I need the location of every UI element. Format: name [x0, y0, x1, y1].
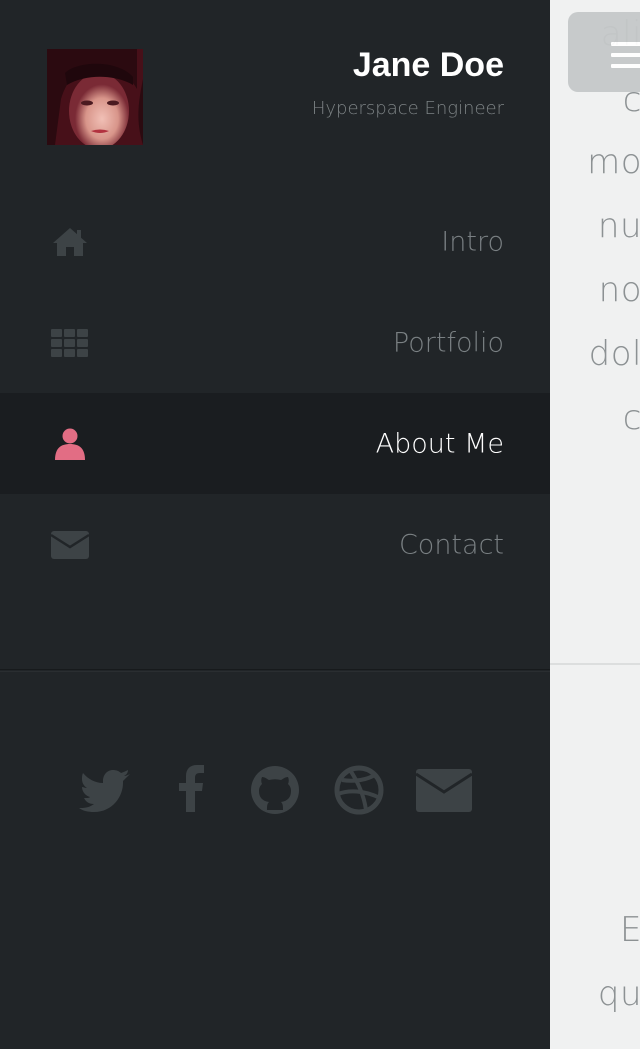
github-icon[interactable]: [248, 760, 302, 820]
home-icon: [50, 224, 90, 260]
user-icon: [50, 426, 90, 462]
profile-role: Hyperspace Engineer: [311, 98, 504, 119]
nav-menu: Intro Portfolio About Me Contact: [0, 191, 550, 595]
content-text-fragment: c: [622, 398, 640, 438]
nav-item-label: Contact: [398, 529, 504, 560]
dribbble-icon[interactable]: [334, 760, 384, 820]
content-text-fragment: nu: [597, 206, 640, 246]
sidebar-divider-highlight: [0, 671, 550, 672]
nav-item-intro[interactable]: Intro: [0, 191, 550, 292]
sidebar-divider: [0, 669, 550, 670]
content-text-fragment: no: [598, 270, 640, 310]
content-divider: [550, 663, 640, 665]
content-text-fragment: mo: [587, 142, 640, 182]
grid-icon: [50, 325, 90, 361]
social-links: [78, 760, 478, 820]
hamburger-icon: [611, 42, 640, 75]
envelope-icon[interactable]: [415, 760, 473, 820]
nav-item-contact[interactable]: Contact: [0, 494, 550, 595]
nav-item-about-me[interactable]: About Me: [0, 393, 550, 494]
facebook-icon[interactable]: [174, 760, 208, 820]
twitter-icon[interactable]: [78, 760, 134, 820]
menu-toggle-button[interactable]: [568, 12, 640, 92]
sidebar: Jane Doe Hyperspace Engineer Intro Portf…: [0, 0, 550, 1049]
nav-item-label: Intro: [441, 226, 504, 257]
nav-item-portfolio[interactable]: Portfolio: [0, 292, 550, 393]
avatar: [47, 49, 143, 145]
main-content-panel: ali c mo nu no dol c E qu: [550, 0, 640, 1049]
nav-item-label: Portfolio: [392, 327, 504, 358]
content-text-fragment: dol: [588, 334, 640, 374]
profile-name: Jane Doe: [352, 46, 504, 84]
envelope-icon: [50, 527, 90, 563]
content-text-fragment: E: [620, 910, 640, 950]
nav-item-label: About Me: [375, 428, 504, 459]
content-text-fragment: qu: [597, 974, 640, 1014]
